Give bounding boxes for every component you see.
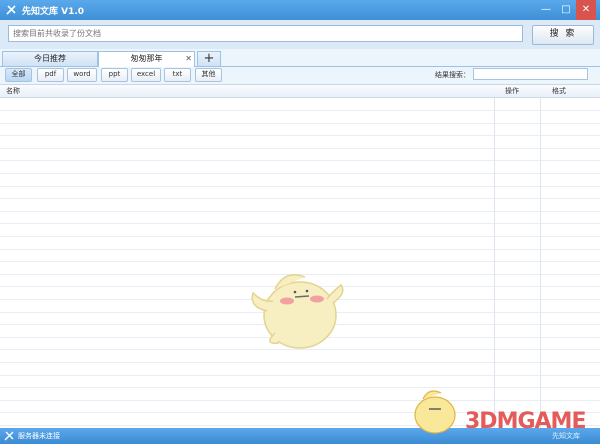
filter-bar: 全部 pdf word ppt excel txt 其他 结果搜索： xyxy=(0,67,600,82)
window-title: 先知文库 V1.0 xyxy=(22,7,85,17)
search-bar: 搜 索 xyxy=(0,20,600,49)
search-button[interactable]: 搜 索 xyxy=(532,25,594,45)
maximize-button[interactable]: □ xyxy=(556,0,576,20)
table-row-line xyxy=(0,362,600,363)
table-row-line xyxy=(0,261,600,262)
table-row-line xyxy=(0,123,600,124)
result-search-label: 结果搜索： xyxy=(435,71,470,79)
table-row-line xyxy=(0,173,600,174)
filter-excel-button[interactable]: excel xyxy=(131,68,161,82)
table-row-line xyxy=(0,375,600,376)
table-row-line xyxy=(0,160,600,161)
tab-label: 今日推荐 xyxy=(34,54,66,63)
table-row-line xyxy=(0,148,600,149)
column-header-action[interactable]: 操作 xyxy=(505,86,519,96)
tab-bar: 今日推荐 匆匆那年 ✕ + xyxy=(0,50,600,67)
app-logo-icon xyxy=(6,5,16,15)
app-window: 先知文库 V1.0 — □ ✕ 搜 索 今日推荐 匆匆那年 ✕ + 全部 pdf… xyxy=(0,0,600,444)
mascot-illustration xyxy=(251,274,344,349)
title-bar[interactable]: 先知文库 V1.0 — □ ✕ xyxy=(0,0,600,20)
filter-txt-button[interactable]: txt xyxy=(164,68,191,82)
status-text: 服务器未连接 xyxy=(18,432,60,440)
table-row-line xyxy=(0,211,600,212)
watermark-text: 3DMGAME xyxy=(465,409,586,434)
table-row-line xyxy=(0,186,600,187)
document-table: 名称 操作 格式 xyxy=(0,84,600,429)
table-row-line xyxy=(0,223,600,224)
column-header-format[interactable]: 格式 xyxy=(552,86,566,96)
table-row-line xyxy=(0,198,600,199)
tab-current[interactable]: 匆匆那年 ✕ xyxy=(98,51,195,67)
table-row-line xyxy=(0,236,600,237)
result-search-input[interactable] xyxy=(473,68,588,80)
filter-word-button[interactable]: word xyxy=(67,68,97,82)
tab-close-icon[interactable]: ✕ xyxy=(185,52,192,66)
column-divider xyxy=(540,85,541,429)
filter-ppt-button[interactable]: ppt xyxy=(101,68,128,82)
watermark: 3DMGAME xyxy=(405,387,595,437)
tab-label: 匆匆那年 xyxy=(130,54,163,63)
table-row-line xyxy=(0,110,600,111)
filter-all-button[interactable]: 全部 xyxy=(5,68,32,82)
table-row-line xyxy=(0,249,600,250)
column-divider xyxy=(494,85,495,429)
minimize-button[interactable]: — xyxy=(536,0,556,20)
tab-today-recommend[interactable]: 今日推荐 xyxy=(2,51,98,66)
filter-other-button[interactable]: 其他 xyxy=(195,68,222,82)
column-header-name[interactable]: 名称 xyxy=(6,86,20,96)
search-input[interactable] xyxy=(8,25,523,42)
connection-icon xyxy=(4,431,14,441)
table-header: 名称 操作 格式 xyxy=(0,85,600,98)
close-button[interactable]: ✕ xyxy=(576,0,596,20)
watermark-mascot-icon xyxy=(414,390,456,434)
table-row-line xyxy=(0,135,600,136)
add-tab-button[interactable]: + xyxy=(197,51,221,66)
filter-pdf-button[interactable]: pdf xyxy=(37,68,64,82)
